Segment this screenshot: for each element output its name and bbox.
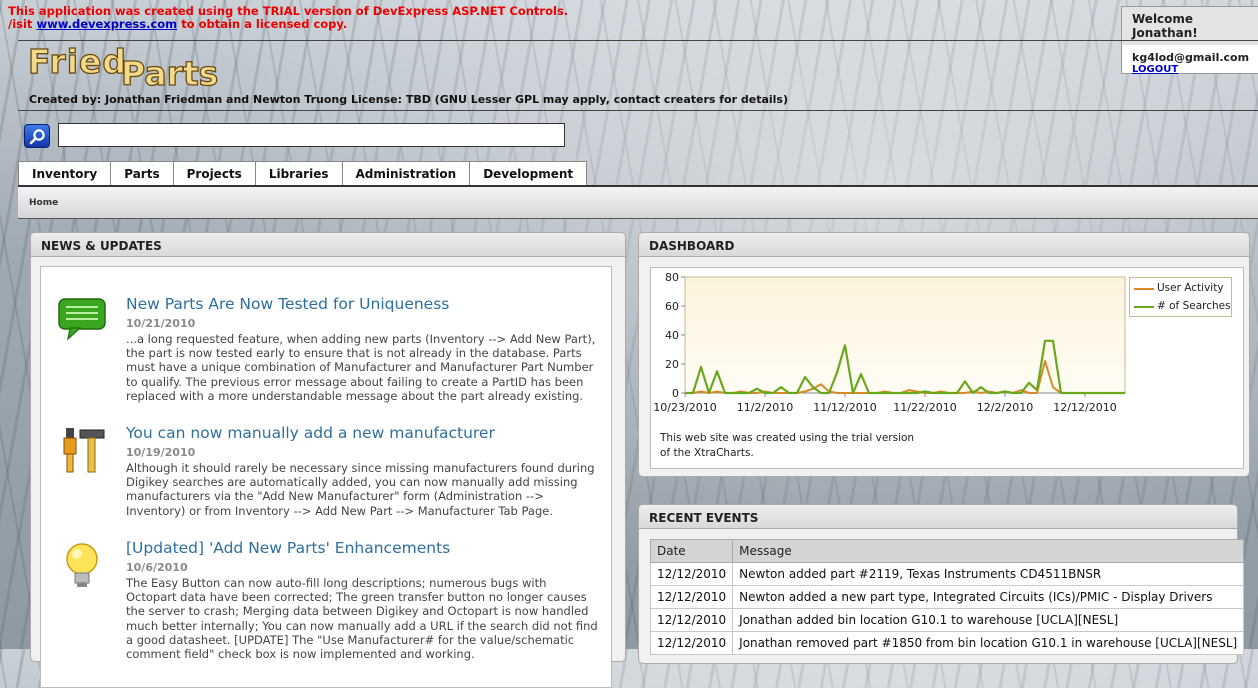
friedparts-logo[interactable]: FriedParts — [27, 41, 224, 93]
news-body: Although it should rarely be necessary s… — [126, 461, 595, 518]
event-date: 12/12/2010 — [649, 585, 734, 609]
trial-notice-prefix: /isit — [8, 17, 33, 31]
y-tick-label: 0 — [672, 387, 679, 400]
y-tick-label: 60 — [665, 300, 679, 313]
news-date: 10/6/2010 — [126, 561, 188, 574]
breadcrumb: Home — [18, 185, 1258, 219]
news-list: New Parts Are Now Tested for Uniqueness … — [40, 266, 612, 688]
tab-inventory[interactable]: Inventory — [18, 161, 112, 185]
devexpress-link[interactable]: www.devexpress.com — [36, 17, 177, 31]
news-body: The Easy Button can now auto-fill long d… — [126, 576, 598, 662]
trial-notice-line2: /isit www.devexpress.com to obtain a lic… — [8, 18, 568, 31]
events-header-row: Date Message — [649, 539, 1245, 563]
tab-development[interactable]: Development — [469, 161, 588, 185]
x-tick-label: 11/12/2010 — [813, 401, 876, 414]
event-message: Jonathan removed part #1850 from bin loc… — [732, 631, 1245, 655]
y-tick-label: 80 — [665, 271, 679, 284]
legend-label-user-activity: User Activity — [1157, 282, 1224, 294]
chart-legend: User Activity # of Searches — [1129, 277, 1232, 317]
y-tick-label: 20 — [665, 358, 679, 371]
x-tick-label: 11/2/2010 — [737, 401, 793, 414]
main-nav: Inventory Parts Projects Libraries Admin… — [18, 161, 588, 185]
trial-notice-suffix: to obtain a licensed copy. — [181, 17, 348, 31]
legend-swatch-user-activity — [1134, 288, 1154, 290]
logo-word-parts: Parts — [120, 53, 219, 93]
chart-trial-note: This web site was created using the tria… — [660, 431, 920, 461]
search-input[interactable] — [58, 123, 565, 147]
chart-note-line2: of the XtraCharts. — [660, 447, 754, 459]
event-date: 12/12/2010 — [649, 562, 734, 586]
news-title[interactable]: You can now manually add a new manufactu… — [126, 424, 495, 442]
news-panel: NEWS & UPDATES New Parts Are Now Tested … — [30, 232, 626, 688]
dashboard-heading: DASHBOARD — [639, 233, 1249, 257]
chat-bubble-icon — [56, 295, 112, 345]
news-title[interactable]: New Parts Are Now Tested for Uniqueness — [126, 295, 449, 313]
x-tick-label: 11/22/2010 — [893, 401, 956, 414]
license-text: License: TBD (GNU Lesser GPL may apply, … — [351, 93, 788, 106]
events-table: Date Message 12/12/2010 Newton added par… — [649, 539, 1245, 655]
trial-notice: This application was created using the T… — [8, 5, 568, 31]
y-tick-label: 40 — [665, 329, 679, 342]
event-date: 12/12/2010 — [649, 631, 734, 655]
event-date: 12/12/2010 — [649, 608, 734, 632]
tools-icon — [56, 424, 112, 474]
news-title[interactable]: [Updated] 'Add New Parts' Enhancements — [126, 539, 450, 557]
search-icon — [29, 129, 45, 145]
chart-note-line1: This web site was created using the tria… — [660, 432, 915, 444]
dashboard-panel: DASHBOARD 0 20 40 60 80 10/23/2010 11/2/2010 11… — [638, 232, 1250, 477]
legend-label-searches: # of Searches — [1157, 300, 1231, 312]
tab-administration[interactable]: Administration — [341, 161, 471, 185]
column-header-date[interactable]: Date — [649, 539, 734, 563]
lightbulb-icon — [56, 539, 112, 589]
recent-events-panel: RECENT EVENTS Date Message 12/12/2010 Ne… — [638, 504, 1245, 664]
news-date: 10/21/2010 — [126, 317, 196, 330]
x-tick-label: 12/2/2010 — [977, 401, 1033, 414]
search-button[interactable] — [24, 124, 50, 148]
event-message: Newton added part #2119, Texas Instrumen… — [732, 562, 1245, 586]
logo-word-fried: Fried — [27, 41, 128, 81]
legend-swatch-searches — [1134, 306, 1154, 308]
event-message: Jonathan added bin location G10.1 to war… — [732, 608, 1245, 632]
news-date: 10/19/2010 — [126, 446, 196, 459]
table-row[interactable]: 12/12/2010 Jonathan removed part #1850 f… — [649, 631, 1245, 655]
tab-parts[interactable]: Parts — [110, 161, 174, 185]
site-header: FriedParts Created by: Jonathan Friedman… — [18, 40, 1258, 111]
tab-projects[interactable]: Projects — [172, 161, 256, 185]
news-body: ...a long requested feature, when adding… — [126, 332, 596, 403]
table-row[interactable]: 12/12/2010 Newton added part #2119, Texa… — [649, 562, 1245, 586]
x-tick-label: 12/12/2010 — [1053, 401, 1116, 414]
credits-text: Created by: Jonathan Friedman and Newton… — [29, 93, 348, 106]
column-header-message[interactable]: Message — [732, 539, 1245, 563]
tab-libraries[interactable]: Libraries — [254, 161, 343, 185]
recent-events-heading: RECENT EVENTS — [639, 505, 1237, 529]
event-message: Newton added a new part type, Integrated… — [732, 585, 1245, 609]
table-row[interactable]: 12/12/2010 Jonathan added bin location G… — [649, 608, 1245, 632]
x-tick-label: 10/23/2010 — [653, 401, 716, 414]
table-row[interactable]: 12/12/2010 Newton added a new part type,… — [649, 585, 1245, 609]
activity-chart: 0 20 40 60 80 10/23/2010 11/2/2010 11/12/2010 11… — [650, 267, 1244, 469]
breadcrumb-home[interactable]: Home — [29, 198, 58, 208]
news-heading: NEWS & UPDATES — [31, 233, 625, 257]
